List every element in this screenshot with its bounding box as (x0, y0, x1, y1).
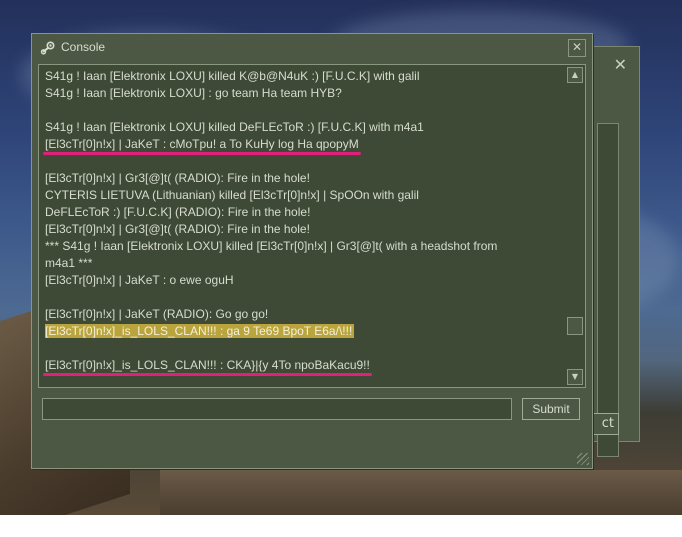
submit-button[interactable]: Submit (522, 398, 580, 420)
log-line-text: [El3cTr[0]n!x] | JaKeT : o ewe oguH (45, 273, 234, 287)
scroll-down-icon[interactable]: ▼ (567, 369, 583, 385)
scroll-up-icon[interactable]: ▲ (567, 67, 583, 83)
log-line: [El3cTr[0]n!x] | JaKeT (RADIO): Go go go… (45, 306, 561, 323)
log-line: *** S41g ! Iaan [Elektronix LOXU] killed… (45, 238, 561, 255)
log-line-text: S41g ! Iaan [Elektronix LOXU] killed DeF… (45, 120, 424, 134)
log-line-text: [El3cTr[0]n!x]_is_LOLS_CLAN!!! : ga 9 Te… (45, 324, 355, 338)
log-line: [El3cTr[0]n!x]_is_LOLS_CLAN!!! : ga 9 Te… (45, 323, 561, 340)
background-window: ✕ ct (553, 46, 640, 457)
log-line-text: DeFLEcToR :) [F.U.C.K] (RADIO): Fire in … (45, 205, 311, 219)
log-line: m4a1 *** (45, 255, 561, 272)
close-icon[interactable]: ✕ (568, 39, 586, 57)
title-bar[interactable]: Console ✕ (32, 34, 592, 62)
log-line-text: [El3cTr[0]n!x]_is_LOLS_CLAN!!! : CKA}|{y… (45, 358, 370, 372)
steam-icon (40, 40, 56, 56)
log-line: [El3cTr[0]n!x] | Gr3[@]t( (RADIO): Fire … (45, 221, 561, 238)
log-line-text: [El3cTr[0]n!x] | Gr3[@]t( (RADIO): Fire … (45, 171, 310, 185)
console-window: Console ✕ S41g ! Iaan [Elektronix LOXU] … (31, 33, 593, 469)
ground (160, 470, 682, 515)
log-line-text: [El3cTr[0]n!x] | JaKeT (RADIO): Go go go… (45, 307, 269, 321)
log-line: S41g ! Iaan [Elektronix LOXU] killed K@b… (45, 68, 561, 85)
scroll-thumb[interactable] (567, 317, 583, 335)
log-line-text: CYTERIS LIETUVA (Lithuanian) killed [El3… (45, 188, 419, 202)
log-line-text: m4a1 *** (45, 256, 93, 270)
log-line-text: S41g ! Iaan [Elektronix LOXU] killed K@b… (45, 69, 420, 83)
log-lines: S41g ! Iaan [Elektronix LOXU] killed K@b… (45, 68, 561, 374)
log-line-text: S41g ! Iaan [Elektronix LOXU] : go team … (45, 86, 342, 100)
log-line: [El3cTr[0]n!x]_is_LOLS_CLAN!!! : CKA}|{y… (45, 357, 561, 374)
red-underline-mark (43, 373, 372, 376)
log-line-text: [El3cTr[0]n!x] | JaKeT : cMoTpu! a To Ku… (45, 137, 359, 151)
log-line: [El3cTr[0]n!x] | Gr3[@]t( (RADIO): Fire … (45, 170, 561, 187)
log-line: DeFLEcToR :) [F.U.C.K] (RADIO): Fire in … (45, 204, 561, 221)
log-line-text: *** S41g ! Iaan [Elektronix LOXU] killed… (45, 239, 498, 253)
red-underline-mark (43, 152, 361, 155)
log-line: S41g ! Iaan [Elektronix LOXU] : go team … (45, 85, 561, 102)
resize-grip-icon[interactable] (577, 453, 589, 465)
command-input[interactable] (42, 398, 512, 420)
background-close-icon[interactable]: ✕ (614, 55, 627, 74)
log-line: CYTERIS LIETUVA (Lithuanian) killed [El3… (45, 187, 561, 204)
log-line: [El3cTr[0]n!x] | JaKeT : o ewe oguH (45, 272, 561, 289)
log-scrollbar[interactable]: ▲ ▼ (567, 67, 583, 385)
window-title: Console (61, 40, 106, 54)
log-line: S41g ! Iaan [Elektronix LOXU] killed DeF… (45, 119, 561, 136)
background-scrollbar[interactable] (597, 123, 619, 457)
console-log[interactable]: S41g ! Iaan [Elektronix LOXU] killed K@b… (38, 64, 586, 388)
log-line-text: [El3cTr[0]n!x] | Gr3[@]t( (RADIO): Fire … (45, 222, 310, 236)
log-line: [El3cTr[0]n!x] | JaKeT : cMoTpu! a To Ku… (45, 136, 561, 153)
